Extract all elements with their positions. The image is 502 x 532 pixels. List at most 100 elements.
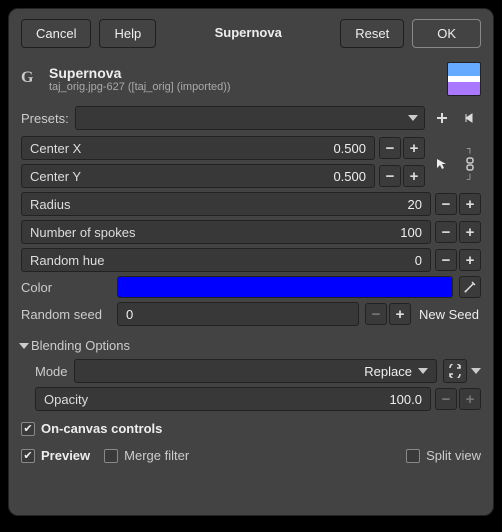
opacity-minus-button[interactable]: − bbox=[435, 388, 457, 410]
blending-options-header[interactable]: Blending Options bbox=[21, 338, 481, 353]
preview-group: Preview bbox=[21, 448, 90, 463]
help-button[interactable]: Help bbox=[99, 19, 156, 48]
on-canvas-label: On-canvas controls bbox=[41, 421, 162, 436]
opacity-field[interactable]: Opacity 100.0 bbox=[35, 387, 431, 411]
expander-icon bbox=[19, 343, 29, 349]
dialog-button-bar: Cancel Help Supernova Reset OK bbox=[21, 19, 481, 48]
random-hue-value: 0 bbox=[415, 253, 422, 268]
radius-stepper: − + bbox=[435, 193, 481, 215]
center-x-stepper: − + bbox=[379, 137, 425, 159]
merge-filter-label: Merge filter bbox=[124, 448, 189, 463]
radius-field[interactable]: Radius 20 bbox=[21, 192, 431, 216]
split-view-checkbox[interactable] bbox=[406, 449, 420, 463]
center-x-field[interactable]: Center X 0.500 bbox=[21, 136, 375, 160]
image-name: taj_orig.jpg-627 ([taj_orig] (imported)) bbox=[49, 81, 231, 93]
chain-link-button[interactable] bbox=[464, 157, 476, 171]
random-seed-label: Random seed bbox=[21, 307, 111, 322]
color-row: Color bbox=[21, 276, 481, 298]
header-text: Supernova taj_orig.jpg-627 ([taj_orig] (… bbox=[49, 65, 231, 93]
chevron-down-icon[interactable] bbox=[471, 368, 481, 374]
filter-name: Supernova bbox=[49, 65, 231, 81]
center-y-minus-button[interactable]: − bbox=[379, 165, 401, 187]
blend-mode-dropdown[interactable]: Replace bbox=[74, 359, 437, 383]
split-view-group: Split view bbox=[406, 448, 481, 463]
blending-options-label: Blending Options bbox=[31, 338, 130, 353]
center-x-plus-button[interactable]: + bbox=[403, 137, 425, 159]
spokes-row: Number of spokes 100 − + bbox=[21, 220, 481, 244]
center-y-label: Center Y bbox=[30, 169, 81, 184]
color-picker-button[interactable] bbox=[459, 276, 481, 298]
blend-mode-row: Mode Replace bbox=[35, 359, 481, 383]
random-hue-plus-button[interactable]: + bbox=[459, 249, 481, 271]
chevron-down-icon bbox=[418, 368, 428, 374]
ok-button[interactable]: OK bbox=[412, 19, 481, 48]
center-x-row: Center X 0.500 − + bbox=[21, 136, 425, 160]
radius-value: 20 bbox=[408, 197, 422, 212]
link-bottom-icon: ┘ bbox=[467, 175, 473, 184]
reset-button[interactable]: Reset bbox=[340, 19, 404, 48]
radius-plus-button[interactable]: + bbox=[459, 193, 481, 215]
radius-label: Radius bbox=[30, 197, 70, 212]
random-seed-field[interactable]: 0 bbox=[117, 302, 359, 326]
new-seed-button[interactable]: New Seed bbox=[417, 307, 481, 322]
opacity-plus-button[interactable]: + bbox=[459, 388, 481, 410]
spokes-plus-button[interactable]: + bbox=[459, 221, 481, 243]
preview-checkbox[interactable] bbox=[21, 449, 35, 463]
add-preset-button[interactable] bbox=[431, 107, 453, 129]
link-top-icon: ┐ bbox=[467, 144, 473, 153]
random-hue-stepper: − + bbox=[435, 249, 481, 271]
split-view-label: Split view bbox=[426, 448, 481, 463]
center-y-row: Center Y 0.500 − + bbox=[21, 164, 425, 188]
random-seed-row: Random seed 0 − + New Seed bbox=[21, 302, 481, 326]
spokes-value: 100 bbox=[400, 225, 422, 240]
on-canvas-checkbox[interactable] bbox=[21, 422, 35, 436]
presets-dropdown[interactable] bbox=[75, 106, 425, 130]
spokes-minus-button[interactable]: − bbox=[435, 221, 457, 243]
opacity-row: Opacity 100.0 − + bbox=[35, 387, 481, 411]
color-label: Color bbox=[21, 280, 111, 295]
radius-row: Radius 20 − + bbox=[21, 192, 481, 216]
bottom-row: Preview Merge filter Split view bbox=[21, 442, 481, 469]
preset-menu-button[interactable] bbox=[459, 107, 481, 129]
color-swatch[interactable] bbox=[117, 276, 453, 298]
presets-label: Presets: bbox=[21, 111, 69, 126]
link-column: ┐ ┘ bbox=[459, 136, 481, 192]
random-hue-row: Random hue 0 − + bbox=[21, 248, 481, 272]
center-y-value: 0.500 bbox=[333, 169, 366, 184]
random-hue-minus-button[interactable]: − bbox=[435, 249, 457, 271]
dialog-title: Supernova bbox=[164, 19, 332, 48]
random-seed-stepper: − + bbox=[365, 303, 411, 325]
on-canvas-row: On-canvas controls bbox=[21, 421, 481, 436]
seed-plus-button[interactable]: + bbox=[389, 303, 411, 325]
center-y-stepper: − + bbox=[379, 165, 425, 187]
dialog-header: G Supernova taj_orig.jpg-627 ([taj_orig]… bbox=[21, 62, 481, 96]
blend-mode-label: Mode bbox=[35, 364, 68, 379]
app-logo-icon: G bbox=[21, 69, 41, 89]
random-hue-label: Random hue bbox=[30, 253, 104, 268]
image-thumbnail[interactable] bbox=[447, 62, 481, 96]
center-x-value: 0.500 bbox=[333, 141, 366, 156]
filter-dialog: Cancel Help Supernova Reset OK G Superno… bbox=[8, 8, 494, 516]
pick-point-button[interactable] bbox=[435, 157, 449, 171]
center-x-minus-button[interactable]: − bbox=[379, 137, 401, 159]
chevron-down-icon bbox=[408, 115, 418, 121]
preview-label: Preview bbox=[41, 448, 90, 463]
mode-switch-button[interactable] bbox=[443, 359, 467, 383]
opacity-value: 100.0 bbox=[389, 392, 422, 407]
merge-filter-checkbox[interactable] bbox=[104, 449, 118, 463]
spokes-stepper: − + bbox=[435, 221, 481, 243]
random-hue-field[interactable]: Random hue 0 bbox=[21, 248, 431, 272]
pick-center-column bbox=[431, 136, 453, 192]
blend-mode-value: Replace bbox=[364, 364, 412, 379]
radius-minus-button[interactable]: − bbox=[435, 193, 457, 215]
cancel-button[interactable]: Cancel bbox=[21, 19, 91, 48]
opacity-stepper: − + bbox=[435, 388, 481, 410]
seed-minus-button[interactable]: − bbox=[365, 303, 387, 325]
center-y-plus-button[interactable]: + bbox=[403, 165, 425, 187]
merge-filter-group: Merge filter bbox=[104, 448, 189, 463]
spokes-field[interactable]: Number of spokes 100 bbox=[21, 220, 431, 244]
presets-row: Presets: bbox=[21, 106, 481, 130]
center-x-label: Center X bbox=[30, 141, 81, 156]
center-y-field[interactable]: Center Y 0.500 bbox=[21, 164, 375, 188]
parameter-block: Center X 0.500 − + Center Y 0.500 − bbox=[21, 136, 481, 272]
